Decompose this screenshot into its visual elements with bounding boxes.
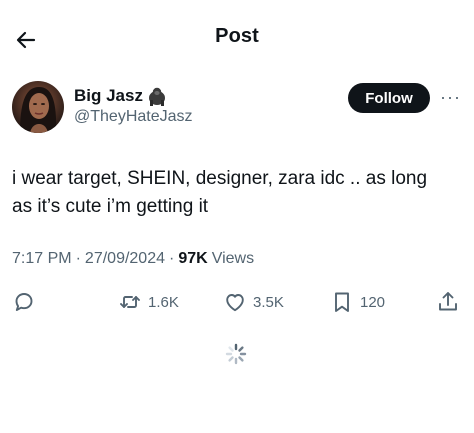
tweet-date[interactable]: 27/09/2024 <box>85 250 165 268</box>
avatar[interactable] <box>12 81 64 133</box>
author-name[interactable]: Big Jasz <box>74 86 167 106</box>
bookmark-count: 120 <box>360 293 386 311</box>
follow-button[interactable]: Follow <box>348 83 430 113</box>
bookmark-button[interactable]: 120 <box>330 286 385 318</box>
separator: · <box>169 250 175 267</box>
tweet-line-1: i wear target, SHEIN, designer, zara idc… <box>12 168 428 189</box>
top-bar: Post <box>0 0 474 76</box>
action-bar: 1.6K 3.5K 120 <box>0 286 474 318</box>
tweet-line-2: as it’s cute i’m getting it <box>12 196 209 217</box>
gorilla-emoji <box>148 87 165 106</box>
heart-icon <box>226 294 244 312</box>
like-button[interactable]: 3.5K <box>223 286 284 318</box>
views-count: 97K <box>178 250 208 267</box>
profile-photo <box>20 87 57 133</box>
share-icon <box>439 292 457 311</box>
bookmark-icon <box>335 292 349 312</box>
tweet-text: i wear target, SHEIN, designer, zara idc… <box>12 165 452 221</box>
author-handle[interactable]: @TheyHateJasz <box>74 108 193 126</box>
more-options-button[interactable]: ··· <box>440 88 461 106</box>
tweet-meta: 7:17 PM · 27/09/2024 · 97K Views <box>12 250 254 268</box>
like-count: 3.5K <box>253 293 284 311</box>
tweet-time[interactable]: 7:17 PM <box>12 250 72 268</box>
retweet-count: 1.6K <box>148 293 179 311</box>
share-button[interactable] <box>436 286 460 318</box>
loading-spinner-icon <box>225 343 247 365</box>
views-label: Views <box>211 250 255 267</box>
reply-button[interactable] <box>12 286 36 318</box>
page-title: Post <box>215 25 259 47</box>
author-name-text: Big Jasz <box>74 86 143 105</box>
separator: · <box>75 250 81 267</box>
retweet-button[interactable]: 1.6K <box>118 286 179 318</box>
retweet-icon <box>120 296 140 308</box>
reply-icon <box>15 293 33 311</box>
